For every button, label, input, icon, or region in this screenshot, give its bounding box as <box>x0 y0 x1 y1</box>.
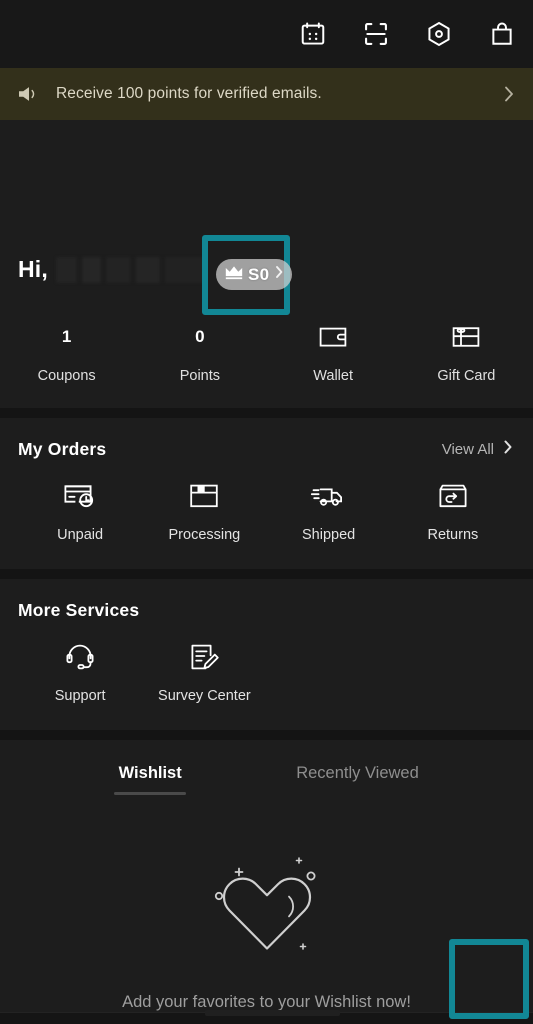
tab-recently-viewed[interactable]: Recently Viewed <box>296 764 419 795</box>
chevron-right-icon <box>273 264 286 285</box>
settings-hexagon-icon[interactable] <box>422 17 456 51</box>
wallet-label: Wallet <box>313 368 353 384</box>
wallet-icon <box>317 320 349 354</box>
heart-outline-icon <box>203 852 331 967</box>
order-status-unpaid-label: Unpaid <box>57 527 104 543</box>
services-section: More Services Support Survey Center <box>0 579 533 730</box>
services-header: More Services <box>18 579 515 641</box>
nav-item-shop[interactable]: Shop <box>0 1013 107 1024</box>
nav-item-gals[interactable]: Gals <box>320 1013 427 1024</box>
orders-view-all-label: View All <box>441 440 494 458</box>
username-redacted <box>56 256 204 283</box>
profile-stats-row: 1 Coupons 0 Points Wallet Gift Card <box>0 320 533 384</box>
service-support-label: Support <box>54 688 106 704</box>
stat-gift-card[interactable]: Gift Card <box>400 320 533 384</box>
nav-item-new[interactable]: New <box>213 1013 320 1024</box>
section-divider <box>0 408 533 418</box>
bottom-navigation: Shop Category New <box>0 1010 533 1024</box>
app-screen: Receive 100 points for verified emails. … <box>0 0 533 1024</box>
stat-points[interactable]: 0 Points <box>133 320 266 384</box>
services-grid-spacer <box>391 641 515 704</box>
chevron-right-icon <box>501 438 515 461</box>
orders-section: My Orders View All Unpaid Processing Shi… <box>0 418 533 569</box>
wishlist-empty-state: Add your favorites to your Wishlist now! <box>0 810 533 1012</box>
gift-card-icon <box>450 320 482 354</box>
truck-icon <box>310 480 348 512</box>
points-label: Points <box>179 368 221 384</box>
coupons-label: Coupons <box>37 368 96 384</box>
wishlist-tabs: Wishlist Recently Viewed <box>0 740 533 810</box>
order-status-shipped-label: Shipped <box>302 527 356 543</box>
survey-pencil-icon <box>187 641 221 673</box>
nav-item-category[interactable]: Category <box>107 1013 214 1024</box>
services-grid: Support Survey Center <box>18 641 515 730</box>
section-divider <box>0 569 533 579</box>
order-status-returns-label: Returns <box>427 527 479 543</box>
level-badge[interactable]: S0 <box>216 259 293 290</box>
points-count: 0 <box>195 327 205 346</box>
unpaid-card-clock-icon <box>62 480 98 512</box>
service-survey-center-label: Survey Center <box>158 688 251 704</box>
chevron-right-icon[interactable] <box>499 83 519 105</box>
scan-icon[interactable] <box>359 17 393 51</box>
stat-coupons[interactable]: 1 Coupons <box>0 320 133 384</box>
stat-wallet[interactable]: Wallet <box>267 320 400 384</box>
promo-banner[interactable]: Receive 100 points for verified emails. <box>0 68 533 120</box>
orders-header: My Orders View All <box>18 418 515 480</box>
order-status-shipped[interactable]: Shipped <box>267 480 391 543</box>
order-status-unpaid[interactable]: Unpaid <box>18 480 142 543</box>
order-status-returns[interactable]: Returns <box>391 480 515 543</box>
service-survey-center[interactable]: Survey Center <box>142 641 266 704</box>
services-title: More Services <box>18 599 140 620</box>
megaphone-icon <box>16 83 50 105</box>
greeting-row: Hi, <box>18 256 204 283</box>
orders-view-all-button[interactable]: View All <box>442 438 515 461</box>
gift-card-label: Gift Card <box>437 368 496 384</box>
tab-recently-viewed-label: Recently Viewed <box>296 763 419 782</box>
tab-inactive-indicator <box>321 792 393 795</box>
tab-wishlist[interactable]: Wishlist <box>114 763 187 795</box>
section-divider <box>0 730 533 740</box>
box-processing-icon <box>187 480 221 512</box>
order-status-processing[interactable]: Processing <box>142 480 266 543</box>
shopping-bag-icon[interactable] <box>485 17 519 51</box>
nav-item-me[interactable]: Me <box>426 1013 533 1024</box>
profile-section: Hi, S0 1 Coupons 0 Points Wallet Gift Ca… <box>0 120 533 408</box>
headset-icon <box>64 641 96 673</box>
orders-grid: Unpaid Processing Shipped Returns <box>18 480 515 569</box>
service-support[interactable]: Support <box>18 641 142 704</box>
coupons-count: 1 <box>61 327 72 346</box>
crown-icon <box>224 265 244 285</box>
tab-wishlist-label: Wishlist <box>118 763 182 782</box>
order-status-processing-label: Processing <box>168 527 241 543</box>
return-box-icon <box>436 480 470 512</box>
orders-title: My Orders <box>18 438 107 459</box>
tab-active-indicator <box>114 791 187 795</box>
services-grid-spacer <box>267 641 391 704</box>
top-bar <box>0 0 533 68</box>
wishlist-section: Wishlist Recently Viewed Add your favori… <box>0 740 533 1012</box>
greeting-text: Hi, <box>18 256 48 282</box>
calendar-checkin-icon[interactable] <box>296 17 330 51</box>
level-badge-label: S0 <box>248 264 270 284</box>
promo-banner-text: Receive 100 points for verified emails. <box>56 85 322 102</box>
